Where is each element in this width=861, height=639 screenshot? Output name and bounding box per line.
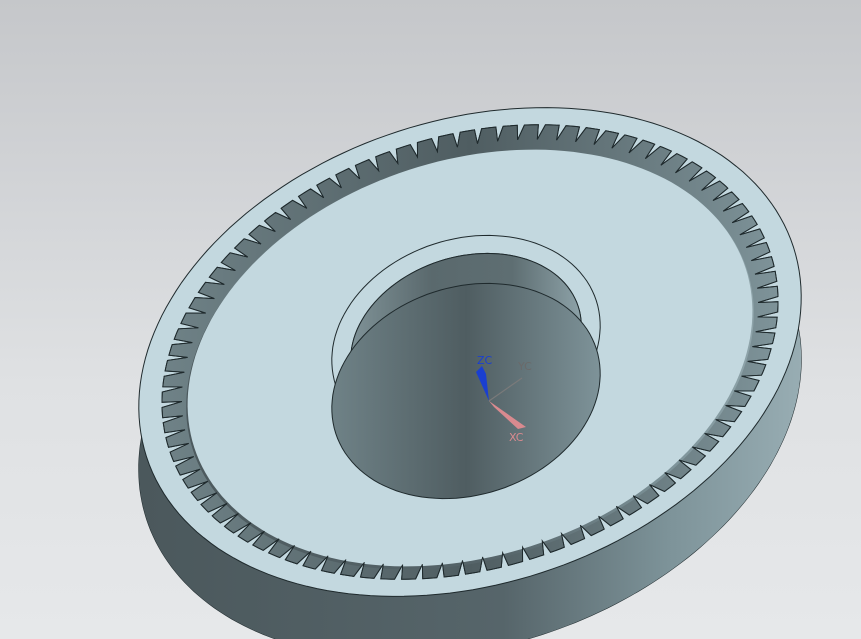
y-axis-label: YC xyxy=(517,360,532,373)
3d-model-view[interactable]: ZC YC XC xyxy=(0,0,861,639)
x-axis-label: XC xyxy=(509,431,524,444)
graphics-viewport[interactable]: ZC YC XC xyxy=(0,0,861,639)
z-axis-label: ZC xyxy=(477,354,493,367)
